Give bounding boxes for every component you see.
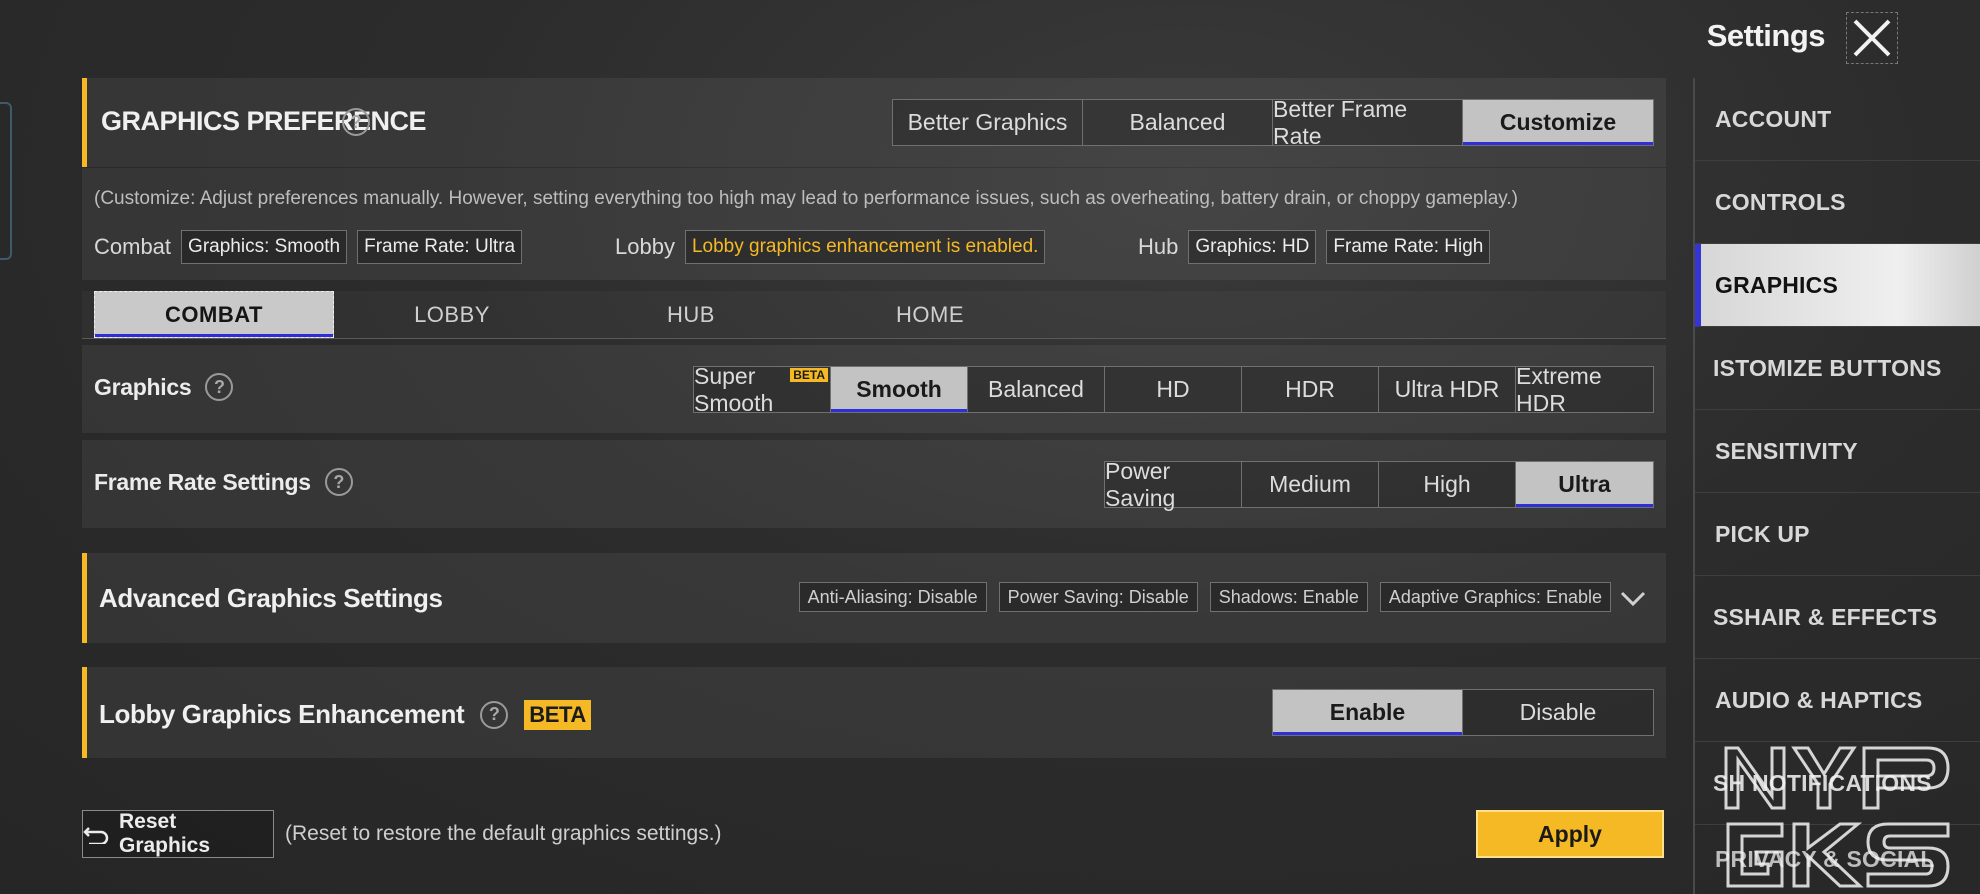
close-icon <box>1853 19 1891 57</box>
graphics-preference-title: GRAPHICS PREFERENCE <box>101 106 427 136</box>
left-edge-fragment <box>0 102 12 260</box>
sidebar-item-account[interactable]: ACCOUNT <box>1695 78 1980 161</box>
sidebar-item-push-notifications[interactable]: SH NOTIFICATIONS <box>1695 742 1980 825</box>
adaptive-graphics-chip: Adaptive Graphics: Enable <box>1379 582 1611 612</box>
advanced-graphics-title: Advanced Graphics Settings <box>99 583 443 613</box>
settings-sidebar: ACCOUNT CONTROLS GRAPHICS ISTOMIZE BUTTO… <box>1693 78 1980 894</box>
lobby-enhancement-disable[interactable]: Disable <box>1463 690 1653 735</box>
combat-summary-label: Combat <box>94 234 172 259</box>
lobby-enhancement-label-group: Lobby Graphics Enhancement ? BETA <box>99 699 591 730</box>
sidebar-item-controls[interactable]: CONTROLS <box>1695 161 1980 244</box>
graphics-balanced[interactable]: Balanced <box>968 367 1105 412</box>
sidebar-item-audio-haptics[interactable]: AUDIO & HAPTICS <box>1695 659 1980 742</box>
lobby-enhancement-label: Lobby Graphics Enhancement <box>99 699 465 729</box>
combat-summary: Combat Graphics: Smooth Frame Rate: Ultr… <box>94 230 523 264</box>
frame-rate-selector: Power Saving Medium High Ultra <box>1104 458 1654 511</box>
anti-aliasing-chip: Anti-Aliasing: Disable <box>798 582 987 612</box>
apply-button[interactable]: Apply <box>1476 810 1664 858</box>
graphics-super-smooth[interactable]: Super Smooth BETA <box>694 363 831 416</box>
frame-rate-label-group: Frame Rate Settings ? <box>94 468 353 496</box>
preference-customize[interactable]: Customize <box>1463 100 1653 145</box>
graphics-quality-label-group: Graphics ? <box>94 373 234 401</box>
frame-rate-row: Frame Rate Settings ? Power Saving Mediu… <box>82 440 1666 528</box>
combat-frame-rate-chip: Frame Rate: Ultra <box>357 230 523 264</box>
beta-tag: BETA <box>790 368 828 382</box>
lobby-enhancement-section: Lobby Graphics Enhancement ? BETA Enable… <box>82 667 1666 758</box>
sidebar-item-customize-buttons[interactable]: ISTOMIZE BUTTONS <box>1695 327 1980 410</box>
tab-combat[interactable]: COMBAT <box>94 291 334 338</box>
shadows-chip: Shadows: Enable <box>1209 582 1368 612</box>
frame-rate-label: Frame Rate Settings <box>94 468 311 495</box>
graphics-preference-selector: Better Graphics Balanced Better Frame Ra… <box>892 96 1654 149</box>
preference-balanced[interactable]: Balanced <box>1083 100 1273 145</box>
preference-better-frame-rate[interactable]: Better Frame Rate <box>1273 96 1463 149</box>
hub-summary-label: Hub <box>1138 234 1179 259</box>
tabs-divider <box>82 338 1666 339</box>
advanced-graphics-section[interactable]: Advanced Graphics Settings Anti-Aliasing… <box>82 553 1666 643</box>
reset-graphics-label: Reset Graphics <box>118 810 211 857</box>
close-button[interactable] <box>1846 12 1898 64</box>
lobby-summary-label: Lobby <box>615 234 675 259</box>
hub-frame-rate-chip: Frame Rate: High <box>1326 230 1491 264</box>
reset-note: (Reset to restore the default graphics s… <box>285 822 722 845</box>
graphics-smooth[interactable]: Smooth <box>831 367 968 412</box>
preference-better-graphics[interactable]: Better Graphics <box>893 100 1083 145</box>
lobby-summary: Lobby Lobby graphics enhancement is enab… <box>615 230 1046 264</box>
tab-hub[interactable]: HUB <box>571 291 811 338</box>
sidebar-item-crosshair-effects[interactable]: SSHAIR & EFFECTS <box>1695 576 1980 659</box>
chevron-down-icon[interactable] <box>1618 583 1648 613</box>
graphics-hdr[interactable]: HDR <box>1242 367 1379 412</box>
page-title: Settings <box>1706 18 1826 53</box>
sidebar-item-graphics[interactable]: GRAPHICS <box>1695 244 1980 327</box>
graphics-ultra-hdr[interactable]: Ultra HDR <box>1379 367 1516 412</box>
lobby-enhancement-toggle: Enable Disable <box>1272 689 1654 736</box>
graphics-quality-row: Graphics ? Super Smooth BETA Smooth Bala… <box>82 345 1666 433</box>
help-icon[interactable]: ? <box>324 468 353 496</box>
graphics-quality-selector: Super Smooth BETA Smooth Balanced HD HDR… <box>693 363 1654 416</box>
customize-note: (Customize: Adjust preferences manually.… <box>94 188 1518 209</box>
graphics-quality-label: Graphics <box>94 373 192 400</box>
graphics-hd[interactable]: HD <box>1105 367 1242 412</box>
frame-rate-power-saving[interactable]: Power Saving <box>1105 458 1242 511</box>
lobby-enhancement-enable[interactable]: Enable <box>1273 690 1463 735</box>
lobby-status-chip: Lobby graphics enhancement is enabled. <box>684 230 1046 264</box>
mode-tabs: COMBAT LOBBY HUB HOME <box>82 291 1666 339</box>
reset-graphics-button[interactable]: Reset Graphics <box>82 810 274 858</box>
help-icon[interactable]: ? <box>480 700 509 729</box>
beta-badge: BETA <box>524 699 591 730</box>
sidebar-item-pick-up[interactable]: PICK UP <box>1695 493 1980 576</box>
help-icon[interactable]: ? <box>342 108 370 136</box>
power-saving-chip: Power Saving: Disable <box>998 582 1198 612</box>
help-icon[interactable]: ? <box>205 373 234 401</box>
sidebar-item-sensitivity[interactable]: SENSITIVITY <box>1695 410 1980 493</box>
combat-graphics-chip: Graphics: Smooth <box>181 230 348 264</box>
hub-summary: Hub Graphics: HD Frame Rate: High <box>1138 230 1491 264</box>
customize-info-panel: (Customize: Adjust preferences manually.… <box>82 168 1666 280</box>
frame-rate-medium[interactable]: Medium <box>1242 462 1379 507</box>
undo-icon <box>83 827 109 844</box>
tab-lobby[interactable]: LOBBY <box>332 291 572 338</box>
graphics-extreme-hdr[interactable]: Extreme HDR <box>1516 363 1653 416</box>
graphics-preference-section: GRAPHICS PREFERENCE ? Better Graphics Ba… <box>82 78 1666 167</box>
tab-home[interactable]: HOME <box>810 291 1050 338</box>
frame-rate-ultra[interactable]: Ultra <box>1516 462 1653 507</box>
frame-rate-high[interactable]: High <box>1379 462 1516 507</box>
advanced-summary-chips: Anti-Aliasing: Disable Power Saving: Dis… <box>798 582 1611 612</box>
sidebar-item-privacy-social[interactable]: PRIVACY & SOCIAL <box>1695 825 1980 894</box>
hub-graphics-chip: Graphics: HD <box>1188 230 1317 264</box>
